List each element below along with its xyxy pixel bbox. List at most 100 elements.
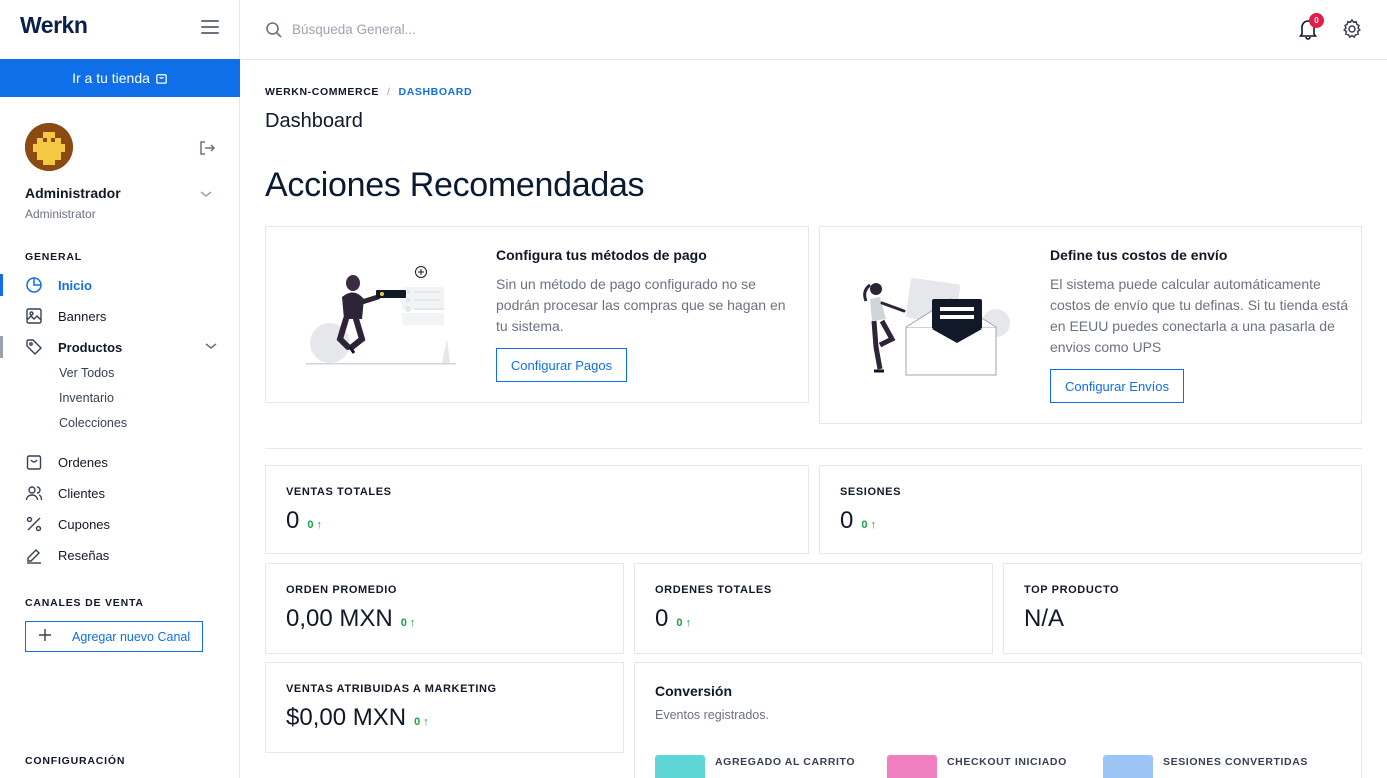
- image-icon: [26, 308, 42, 324]
- go-to-store-label: Ir a tu tienda: [72, 70, 150, 86]
- stat-delta: 0 ↑: [861, 519, 877, 531]
- chevron-down-icon: [205, 343, 217, 349]
- stat-label: ORDENES TOTALES: [655, 584, 772, 596]
- sidebar-subitem-inventario[interactable]: Inventario: [59, 391, 114, 405]
- stat-card-top-producto: TOP PRODUCTO N/A: [1003, 563, 1362, 654]
- search-input[interactable]: [292, 16, 692, 42]
- breadcrumb-current[interactable]: DASHBOARD: [399, 86, 473, 98]
- stat-value: 0,00 MXN: [286, 605, 393, 632]
- topbar: 0: [240, 0, 1387, 60]
- sidebar-subitem-colecciones[interactable]: Colecciones: [59, 416, 127, 430]
- legend-swatch-cart: [655, 755, 705, 778]
- plus-icon: [39, 629, 51, 641]
- stat-value: 0: [655, 605, 669, 632]
- stat-card-orden-promedio: ORDEN PROMEDIO 0,00 MXN 0 ↑: [265, 563, 624, 654]
- payment-card-description: Sin un método de pago configurado no se …: [496, 276, 786, 334]
- sidebar-item-label: Inicio: [58, 277, 92, 293]
- sales-channels-section-title: CANALES DE VENTA: [25, 597, 144, 609]
- sidebar-item-inicio[interactable]: Inicio: [0, 271, 239, 299]
- user-role: Administrator: [25, 207, 96, 221]
- payment-action-card: Configura tus métodos de pago Sin un mét…: [265, 226, 809, 403]
- sidebar-item-label: Cupones: [58, 516, 111, 532]
- user-name[interactable]: Administrador: [25, 185, 121, 201]
- stat-value-wrapper: 0 0 ↑: [655, 605, 691, 633]
- stat-value: 0: [286, 507, 300, 534]
- sidebar-item-ordenes[interactable]: Ordenes: [0, 448, 239, 476]
- stat-label: SESIONES: [840, 486, 902, 498]
- breadcrumb-separator: /: [386, 86, 391, 98]
- stat-delta: 0 ↑: [307, 519, 323, 531]
- legend-swatch-converted: [1103, 755, 1153, 778]
- percent-icon: [26, 516, 42, 532]
- stat-value-wrapper: $0,00 MXN 0 ↑: [286, 704, 429, 732]
- add-channel-label: Agregar nuevo Canal: [72, 630, 191, 644]
- stat-card-ventas-marketing: VENTAS ATRIBUIDAS A MARKETING $0,00 MXN 0…: [265, 662, 624, 753]
- stat-delta: 0 ↑: [676, 617, 692, 629]
- stat-value-wrapper: 0 0 ↑: [286, 507, 322, 535]
- pencil-icon: [27, 549, 41, 564]
- stat-value-wrapper: N/A: [1024, 605, 1064, 633]
- sidebar-item-productos[interactable]: Productos: [0, 333, 239, 361]
- stat-value: $0,00 MXN: [286, 704, 407, 731]
- shopping-bag-icon: [26, 455, 42, 470]
- conversion-subtitle: Eventos registrados.: [655, 708, 769, 722]
- pie-chart-icon: [26, 277, 42, 293]
- legend-label-cart: AGREGADO AL CARRITO: [715, 756, 856, 768]
- stat-value: 0: [840, 507, 854, 534]
- shipping-card-title: Define tus costos de envío: [1050, 247, 1228, 263]
- legend-label-converted: SESIONES CONVERTIDAS: [1163, 756, 1309, 768]
- stat-card-sesiones: SESIONES 0 0 ↑: [819, 465, 1362, 554]
- section-title: Acciones Recomendadas: [265, 166, 645, 204]
- page-title: Dashboard: [265, 110, 363, 132]
- stat-value: N/A: [1024, 605, 1065, 632]
- brand-logo[interactable]: Werkn: [20, 12, 88, 39]
- shopping-bag-icon: [156, 73, 167, 84]
- notification-badge: 0: [1309, 13, 1324, 28]
- stat-label: TOP PRODUCTO: [1024, 584, 1120, 596]
- shipping-action-card: Define tus costos de envío El sistema pu…: [819, 226, 1362, 424]
- add-channel-button[interactable]: Agregar nuevo Canal: [25, 621, 203, 652]
- configuration-section-title: CONFIGURACIÓN: [25, 755, 126, 767]
- general-section-title: GENERAL: [25, 251, 82, 263]
- logout-icon[interactable]: [198, 139, 216, 157]
- conversion-card: Conversión Eventos registrados. AGREGADO…: [634, 662, 1362, 778]
- sidebar-item-cupones[interactable]: Cupones: [0, 510, 239, 538]
- search-icon: [266, 22, 282, 38]
- stat-value-wrapper: 0 0 ↑: [840, 507, 876, 535]
- legend-label-checkout: CHECKOUT INICIADO: [947, 756, 1067, 768]
- go-to-store-button[interactable]: Ir a tu tienda: [0, 59, 240, 97]
- stat-label: VENTAS ATRIBUIDAS A MARKETING: [286, 683, 497, 695]
- sidebar-item-label: Productos: [58, 339, 123, 355]
- shipping-card-description: El sistema puede calcular automáticament…: [1050, 276, 1349, 355]
- payment-card-title: Configura tus métodos de pago: [496, 247, 707, 263]
- sidebar-item-label: Banners: [58, 308, 107, 324]
- sidebar-subitem-ver-todos[interactable]: Ver Todos: [59, 366, 114, 380]
- stat-card-ordenes-totales: ORDENES TOTALES 0 0 ↑: [634, 563, 993, 654]
- sidebar-item-label: Reseñas: [58, 547, 110, 563]
- sidebar-item-resenas[interactable]: Reseñas: [0, 541, 239, 569]
- gear-icon[interactable]: [1341, 18, 1363, 40]
- menu-icon[interactable]: [201, 20, 219, 34]
- tag-icon: [26, 339, 42, 355]
- stat-delta: 0 ↑: [414, 716, 429, 728]
- configure-shipping-button[interactable]: Configurar Envíos: [1050, 369, 1184, 403]
- conversion-title: Conversión: [655, 683, 733, 699]
- users-icon: [25, 486, 43, 501]
- active-indicator: [0, 274, 3, 296]
- stat-value-wrapper: 0,00 MXN 0 ↑: [286, 605, 415, 633]
- stat-label: VENTAS TOTALES: [286, 486, 392, 498]
- stat-delta: 0 ↑: [400, 617, 416, 629]
- chevron-down-icon[interactable]: [199, 189, 213, 199]
- configure-payments-button[interactable]: Configurar Pagos: [496, 348, 627, 382]
- avatar[interactable]: [25, 123, 73, 171]
- breadcrumb-root[interactable]: WERKN-COMMERCE: [265, 86, 379, 98]
- section-divider: [265, 448, 1362, 449]
- sidebar-item-label: Ordenes: [58, 454, 108, 470]
- sidebar: Werkn Ir a tu tienda Administrador Admin…: [0, 0, 240, 778]
- sidebar-item-banners[interactable]: Banners: [0, 302, 239, 330]
- shipping-illustration: [863, 278, 1010, 376]
- stat-card-ventas-totales: VENTAS TOTALES 0 0 ↑: [265, 465, 809, 554]
- sidebar-item-clientes[interactable]: Clientes: [0, 479, 239, 507]
- expanded-indicator: [0, 336, 3, 358]
- sidebar-item-label: Clientes: [58, 485, 105, 501]
